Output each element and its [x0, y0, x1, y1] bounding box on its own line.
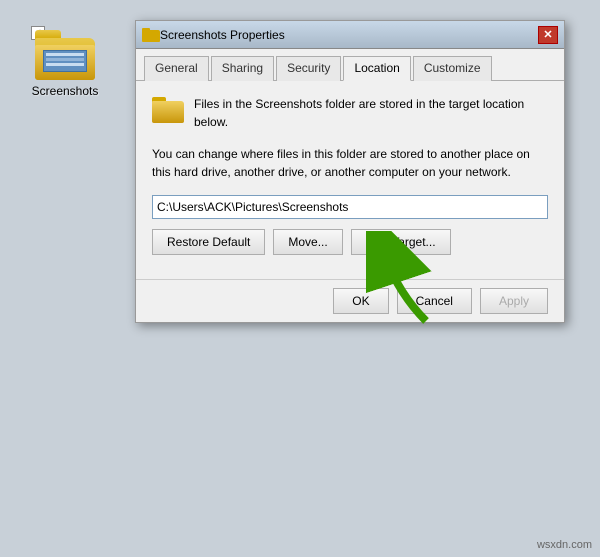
- info-text: Files in the Screenshots folder are stor…: [194, 95, 548, 131]
- properties-dialog: Screenshots Properties ✕ General Sharing…: [135, 20, 565, 323]
- tab-sharing[interactable]: Sharing: [211, 56, 274, 81]
- tab-location[interactable]: Location: [343, 56, 410, 81]
- tab-customize[interactable]: Customize: [413, 56, 492, 81]
- action-buttons-row: Restore Default Move... Find Target...: [152, 229, 548, 255]
- folder-icon-graphic: ✓: [35, 30, 95, 80]
- dialog-titlebar: Screenshots Properties ✕: [136, 21, 564, 49]
- dialog-body: Files in the Screenshots folder are stor…: [136, 81, 564, 279]
- ok-button[interactable]: OK: [333, 288, 388, 314]
- tab-security[interactable]: Security: [276, 56, 341, 81]
- dialog-footer: OK Cancel Apply: [136, 279, 564, 322]
- tabs-bar: General Sharing Security Location Custom…: [136, 49, 564, 81]
- apply-button[interactable]: Apply: [480, 288, 548, 314]
- folder-icon-label: Screenshots: [32, 84, 99, 98]
- tab-general[interactable]: General: [144, 56, 209, 81]
- move-button[interactable]: Move...: [273, 229, 342, 255]
- dialog-title: Screenshots Properties: [160, 28, 538, 42]
- titlebar-folder-icon: [142, 28, 160, 42]
- restore-default-button[interactable]: Restore Default: [152, 229, 265, 255]
- close-button[interactable]: ✕: [538, 26, 558, 44]
- desktop-folder-icon[interactable]: ✓ Screenshots: [30, 30, 100, 98]
- description-text: You can change where files in this folde…: [152, 145, 548, 181]
- watermark: wsxdn.com: [537, 539, 592, 551]
- info-folder-icon: [152, 97, 184, 123]
- find-target-button[interactable]: Find Target...: [351, 229, 451, 255]
- cancel-button[interactable]: Cancel: [397, 288, 472, 314]
- desktop: ✓ Screenshots Screenshots Properties ✕: [0, 0, 600, 557]
- path-input[interactable]: [152, 195, 548, 219]
- info-section: Files in the Screenshots folder are stor…: [152, 95, 548, 131]
